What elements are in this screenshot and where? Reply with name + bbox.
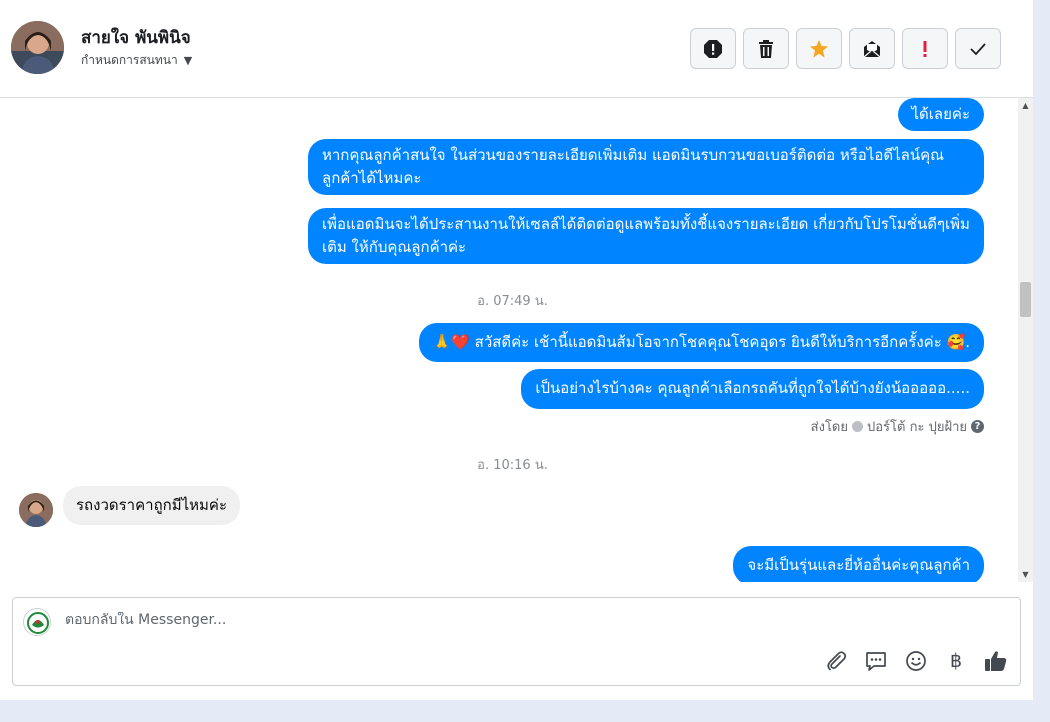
- outgoing-message: 🙏❤️ สวัสดีค่ะ เช้านี้แอดมินส้มโอจากโชคคุ…: [418, 323, 984, 362]
- conversation-panel: สายใจ พันพินิจ กำหนดการสนทนา ▼ ได้เลยค่ะ…: [0, 0, 1033, 722]
- emoji-icon: [906, 651, 926, 671]
- outgoing-message: เพื่อแอดมินจะได้ประสานงานให้เซลล์ได้ติดต…: [308, 208, 984, 264]
- paperclip-icon: [827, 651, 847, 671]
- conversation-header: สายใจ พันพินิจ กำหนดการสนทนา ▼: [0, 0, 1033, 98]
- checkmark-icon: [970, 42, 986, 55]
- baht-icon: ฿: [949, 650, 963, 672]
- exclamation-icon: [923, 40, 927, 57]
- star-button[interactable]: [796, 28, 842, 69]
- thumbs-up-icon: [985, 651, 1007, 671]
- sent-by-label: ส่งโดย: [810, 420, 848, 435]
- prayer-heart-emoji: 🙏❤️: [432, 333, 470, 351]
- contact-name: สายใจ พันพินิจ: [81, 28, 191, 48]
- page-avatar: [23, 608, 51, 636]
- outgoing-message: เป็นอย่างไรบ้างคะ คุณลูกค้าเลือกรถคันที่…: [521, 369, 984, 409]
- payment-button[interactable]: ฿: [944, 649, 968, 673]
- saved-reply-icon: [866, 652, 886, 671]
- trash-icon: [759, 39, 773, 58]
- saved-replies-button[interactable]: [864, 649, 888, 673]
- incoming-message: รถงวดราคาถูกมีไหมค่ะ: [63, 486, 241, 525]
- assign-conversation-dropdown[interactable]: กำหนดการสนทนา ▼: [81, 51, 192, 70]
- delete-button[interactable]: [743, 28, 789, 69]
- sent-by-info: ส่งโดย ปอร์โต้ กะ ปุยฝ้าย ?: [811, 416, 984, 437]
- conversation-actions: [690, 28, 1001, 69]
- message-timestamp: อ. 07:49 น.: [477, 294, 548, 309]
- report-button[interactable]: [690, 28, 736, 69]
- scroll-down-arrow-icon[interactable]: ▼: [1018, 567, 1033, 582]
- follow-up-button[interactable]: [902, 28, 948, 69]
- message-thread[interactable]: ได้เลยค่ะ หากคุณลูกค้าสนใจ ในส่วนของรายล…: [0, 98, 1018, 582]
- scrollbar-thumb[interactable]: [1020, 282, 1031, 317]
- outgoing-message: ได้เลยค่ะ: [897, 98, 984, 131]
- emoji-button[interactable]: [904, 649, 928, 673]
- contact-avatar-small[interactable]: [19, 493, 53, 527]
- like-button[interactable]: [984, 649, 1008, 673]
- window-edge: [1033, 0, 1050, 722]
- caret-down-icon: ▼: [183, 54, 193, 67]
- scroll-up-arrow-icon[interactable]: ▲: [1018, 98, 1033, 113]
- envelope-open-icon: [863, 40, 881, 57]
- thread-scrollbar[interactable]: ▲ ▼: [1018, 98, 1033, 582]
- star-icon: [810, 39, 828, 58]
- contact-avatar[interactable]: [11, 21, 64, 74]
- message-timestamp: อ. 10:16 น.: [477, 458, 548, 473]
- outgoing-message: จะมีเป็นรุ่นและยี่ห้ออื่นค่ะคุณลูกค้า: [733, 546, 984, 582]
- mark-done-button[interactable]: [955, 28, 1001, 69]
- attach-button[interactable]: [824, 649, 848, 673]
- sent-by-name: ปอร์โต้ กะ ปุยฝ้าย: [867, 420, 967, 435]
- reply-composer: ฿: [12, 597, 1021, 686]
- verified-icon: [852, 421, 863, 432]
- smiling-hearts-emoji: 🥰.: [946, 333, 970, 351]
- window-bottom-edge: [0, 700, 1033, 722]
- help-icon[interactable]: ?: [971, 420, 984, 433]
- alert-octagon-icon: [704, 39, 722, 58]
- mark-unread-button[interactable]: [849, 28, 895, 69]
- outgoing-message: หากคุณลูกค้าสนใจ ในส่วนของรายละเอียดเพิ่…: [308, 139, 984, 195]
- greeting-text: สวัสดีค่ะ เช้านี้แอดมินส้มโอจากโชคคุณโชค…: [474, 333, 942, 351]
- reply-input[interactable]: [65, 612, 965, 628]
- assign-label: กำหนดการสนทนา: [81, 53, 178, 67]
- composer-toolbar: ฿: [824, 649, 1008, 673]
